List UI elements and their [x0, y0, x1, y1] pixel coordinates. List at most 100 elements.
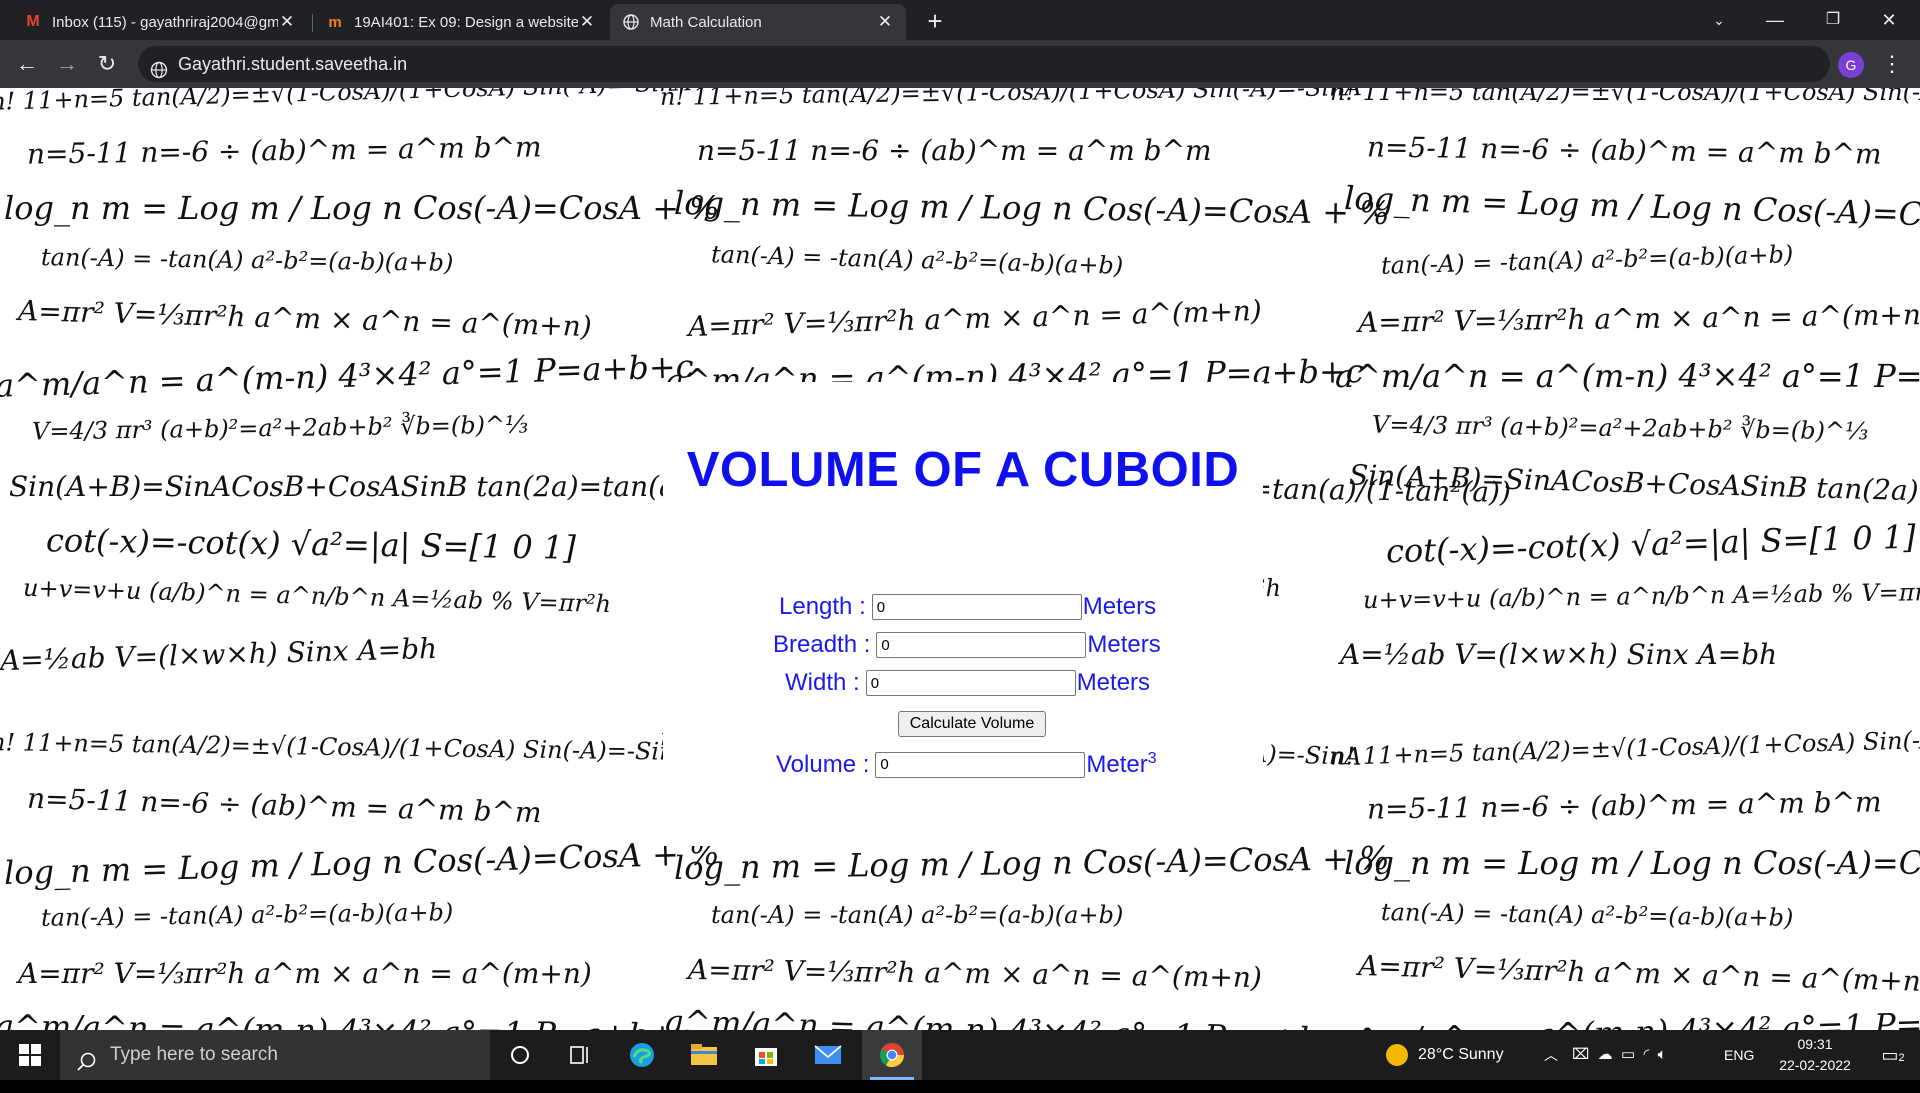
formula-doodle: n! 11+n=5 tan(A/2)=±√(1-CosA)/(1+CosA) S…: [1330, 88, 1920, 106]
start-button[interactable]: [0, 1030, 60, 1080]
length-input[interactable]: [871, 594, 1082, 620]
formula-doodle: A=½ab V=(l×w×h) Sinx A=bh: [1340, 638, 1778, 671]
close-window-button[interactable]: ✕: [1866, 0, 1912, 40]
taskbar-search-box[interactable]: Type here to search: [60, 1030, 490, 1080]
minimize-button[interactable]: —: [1752, 0, 1798, 40]
formula-doodle: n! 11+n=5 tan(A/2)=±√(1-CosA)/(1+CosA) S…: [659, 88, 1363, 111]
formula-doodle: A=πr² V=⅓πr²h a^m × a^n = a^(m+n): [687, 952, 1263, 995]
chrome-icon[interactable]: [862, 1030, 922, 1080]
menu-icon[interactable]: ⋮: [1880, 50, 1904, 78]
formula-doodle: log_n m = Log m / Log n Cos(-A)=CosA + %: [3, 834, 720, 892]
formula-doodle: tan(-A) = -tan(A) a²-b²=(a-b)(a+b): [1380, 240, 1794, 280]
formula-doodle: tan(-A) = -tan(A) a²-b²=(a-b)(a+b): [40, 898, 454, 932]
url-text: Gayathri.student.saveetha.in: [178, 54, 408, 74]
formula-doodle: a^m/a^n = a^(m-n) 4³×4² a°=1 P=a+b+c: [0, 1007, 694, 1030]
address-bar[interactable]: Gayathri.student.saveetha.in: [138, 46, 1830, 82]
formula-doodle: n! 11+n=5 tan(A/2)=±√(1-CosA)/(1+CosA) S…: [0, 88, 693, 116]
formula-doodle: log_n m = Log m / Log n Cos(-A)=CosA + %: [1343, 179, 1920, 237]
formula-doodle: log_n m = Log m / Log n Cos(-A)=CosA + %: [673, 839, 1390, 887]
formula-doodle: A=πr² V=⅓πr²h a^m × a^n = a^(m+n): [17, 293, 593, 344]
clock[interactable]: 09:31 22-02-2022: [1760, 1030, 1870, 1080]
formula-doodle: log_n m = Log m / Log n Cos(-A)=CosA + %: [4, 189, 720, 227]
close-icon[interactable]: ✕: [278, 12, 296, 32]
gmail-icon: M: [26, 13, 40, 30]
formula-doodle: u+v=v+u (a/b)^n = a^n/b^n A=½ab % V=πr²h: [1362, 577, 1920, 615]
weather-text: 28°C Sunny: [1418, 1046, 1504, 1063]
formula-doodle: log_n m = Log m / Log n Cos(-A)=CosA + %: [1344, 844, 1920, 882]
browser-toolbar: ← → ↻ Gayathri.student.saveetha.in G ⋮: [0, 40, 1920, 88]
tab-math-calculation[interactable]: Math Calculation ✕: [610, 4, 906, 40]
width-label: Width :: [785, 669, 860, 696]
tab-inbox[interactable]: M Inbox (115) - gayathriraj2004@gmail.co…: [12, 4, 308, 40]
formula-doodle: n=5-11 n=-6 ÷ (ab)^m = a^m b^m: [26, 781, 542, 830]
formula-doodle: a^m/a^n = a^(m-n) 4³×4² a°=1 P=a+b+c: [0, 347, 695, 405]
width-unit: Meters: [1076, 669, 1151, 696]
formula-doodle: u+v=v+u (a/b)^n = a^n/b^n A=½ab % V=πr²h: [22, 573, 612, 619]
restore-button[interactable]: ❐: [1810, 0, 1856, 40]
tab-search-icon[interactable]: ⌄: [1696, 0, 1742, 40]
formula-doodle: n! 11+n=5 tan(A/2)=±√(1-CosA)/(1+CosA) S…: [0, 728, 693, 766]
language-indicator[interactable]: ENG: [1724, 1030, 1754, 1080]
tab-title: 19AI401: Ex 09: Design a website: [354, 13, 578, 31]
formula-doodle: tan(-A) = -tan(A) a²-b²=(a-b)(a+b): [710, 240, 1124, 280]
formula-doodle: A=πr² V=⅓πr²h a^m × a^n = a^(m+n): [1357, 297, 1920, 340]
task-view-icon[interactable]: [550, 1030, 610, 1080]
volume-icon[interactable]: 🔈︎: [1658, 1046, 1667, 1063]
tab-title: Inbox (115) - gayathriraj2004@gmail.com: [52, 13, 278, 31]
formula-doodle: V=4/3 πr³ (a+b)²=a²+2ab+b² ∛b=(b)^⅓: [1371, 410, 1869, 446]
device-icon[interactable]: ⌧: [1572, 1046, 1589, 1063]
breadth-unit: Meters: [1087, 631, 1161, 658]
cortana-icon[interactable]: [490, 1030, 550, 1080]
clock-time: 09:31: [1797, 1036, 1833, 1052]
windows-taskbar: Type here to search 28°C Sunny ︿ ⌧ ☁ ▭ ◜…: [0, 1030, 1920, 1080]
formula-doodle: A=πr² V=⅓πr²h a^m × a^n = a^(m+n): [18, 957, 592, 990]
formula-doodle: a^m/a^n = a^(m-n) 4³×4² a°=1 P=a+b+c: [665, 1002, 1364, 1030]
moodle-icon: m: [328, 13, 342, 31]
breadth-label: Breadth :: [773, 631, 871, 658]
width-row: Width : Meters: [785, 669, 1150, 697]
length-row: Length : Meters: [779, 593, 1156, 621]
new-tab-button[interactable]: +: [920, 6, 950, 36]
forward-button[interactable]: →: [52, 49, 82, 79]
formula-doodle: A=½ab V=(l×w×h) Sinx A=bh: [0, 631, 438, 678]
profile-avatar[interactable]: G: [1838, 52, 1864, 78]
onedrive-icon[interactable]: ☁: [1598, 1046, 1613, 1063]
reload-button[interactable]: ↻: [92, 49, 122, 79]
formula-doodle: a^m/a^n = a^(m-n) 4³×4² a°=1 P=a+b+c: [1335, 357, 1920, 395]
show-hidden-icons[interactable]: ︿: [1544, 1030, 1558, 1080]
width-input[interactable]: [865, 670, 1076, 696]
store-icon[interactable]: [736, 1030, 796, 1080]
volume-unit-text: Meter: [1086, 751, 1148, 778]
formula-doodle: tan(-A) = -tan(A) a²-b²=(a-b)(a+b): [1380, 898, 1794, 932]
notifications-button[interactable]: ▭2: [1870, 1030, 1916, 1080]
volume-unit-exponent: 3: [1147, 750, 1157, 767]
formula-doodle: n! 11+n=5 tan(A/2)=±√(1-CosA)/(1+CosA) S…: [1329, 723, 1920, 771]
file-explorer-icon[interactable]: [674, 1030, 734, 1080]
site-info-icon[interactable]: [150, 55, 168, 79]
page-title: VOLUME OF A CUBOID: [686, 443, 1240, 497]
breadth-input[interactable]: [876, 632, 1087, 658]
edge-icon[interactable]: [612, 1030, 672, 1080]
battery-icon[interactable]: ▭: [1621, 1046, 1635, 1063]
wifi-icon[interactable]: ◜: [1644, 1046, 1650, 1063]
calculate-volume-button[interactable]: Calculate Volume: [898, 711, 1046, 737]
close-icon[interactable]: ✕: [578, 12, 596, 32]
tab-title: Math Calculation: [650, 13, 762, 31]
windows-logo-icon: [19, 1044, 41, 1066]
formula-doodle: n=5-11 n=-6 ÷ (ab)^m = a^m b^m: [1366, 130, 1882, 171]
system-tray-icons[interactable]: ⌧ ☁ ▭ ◜ 🔈︎: [1572, 1030, 1667, 1080]
calculator-card: VOLUME OF A CUBOID Length : Meters Bread…: [663, 382, 1263, 846]
formula-doodle: a^m/a^n = a^(m-n) 4³×4² a°=1 P=a+b+c: [1335, 1002, 1920, 1030]
weather-widget[interactable]: 28°C Sunny: [1386, 1030, 1504, 1080]
volume-unit: Meter3: [1086, 750, 1156, 779]
mail-icon[interactable]: [798, 1030, 858, 1080]
back-button[interactable]: ←: [12, 49, 42, 79]
browser-tab-bar: M Inbox (115) - gayathriraj2004@gmail.co…: [0, 0, 1920, 40]
volume-label: Volume :: [776, 750, 870, 778]
volume-output[interactable]: [875, 751, 1086, 778]
close-icon[interactable]: ✕: [876, 12, 894, 32]
formula-doodle: tan(-A) = -tan(A) a²-b²=(a-b)(a+b): [711, 901, 1124, 929]
globe-icon: [622, 13, 640, 31]
tab-exercise[interactable]: m 19AI401: Ex 09: Design a website ✕: [314, 4, 608, 40]
formula-doodle: A=πr² V=⅓πr²h a^m × a^n = a^(m+n): [687, 293, 1263, 344]
